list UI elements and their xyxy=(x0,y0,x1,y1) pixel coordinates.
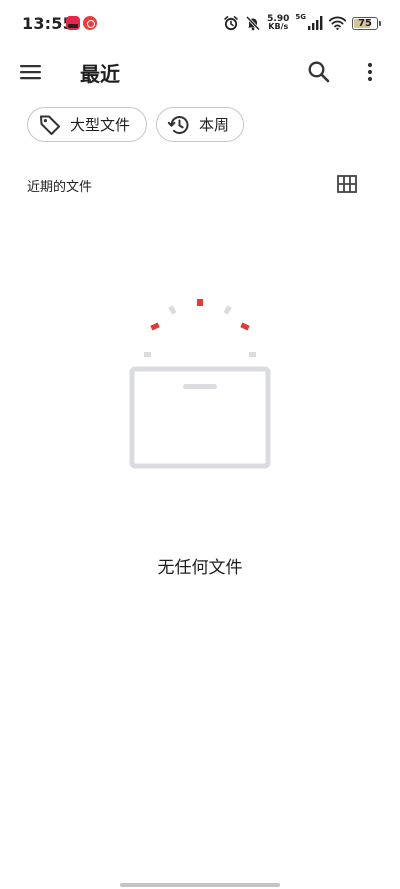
sparkle-dash xyxy=(240,322,250,331)
wifi-icon xyxy=(329,16,346,30)
music-app-icon xyxy=(83,16,97,30)
sparkle-dash xyxy=(223,305,232,315)
notification-app-icon xyxy=(66,16,80,30)
search-icon xyxy=(308,61,330,83)
empty-state-message: 无任何文件 xyxy=(157,558,243,578)
sparkle-dash xyxy=(168,305,177,315)
tag-icon xyxy=(40,115,60,135)
history-icon xyxy=(167,115,189,134)
network-speed: 5.90 KB/s xyxy=(267,15,289,31)
hamburger-menu-icon xyxy=(20,65,41,80)
sparkle-dash xyxy=(197,299,203,306)
more-vert-icon xyxy=(367,62,373,82)
grid-view-icon xyxy=(337,175,357,193)
battery-icon: 75 xyxy=(352,16,381,30)
search-button[interactable] xyxy=(306,59,332,85)
this-week-chip-label: 本周 xyxy=(199,116,230,134)
box-outline xyxy=(129,366,271,469)
gesture-navigation-bar[interactable] xyxy=(120,883,280,887)
signal-icon xyxy=(308,16,323,30)
status-bar: 13:55 5.90 KB/s 5G 75 xyxy=(0,0,400,48)
status-icons: 5.90 KB/s 5G 75 xyxy=(223,12,381,34)
this-week-chip[interactable]: 本周 xyxy=(156,107,244,142)
mute-icon xyxy=(246,15,261,31)
box-slot xyxy=(183,384,217,389)
grid-view-toggle[interactable] xyxy=(337,175,357,193)
alarm-icon xyxy=(224,16,238,31)
sparkle-dash xyxy=(249,352,256,357)
recent-files-heading: 近期的文件 xyxy=(27,180,93,195)
sparkle-dash xyxy=(150,322,160,331)
large-files-chip[interactable]: 大型文件 xyxy=(27,107,147,142)
battery-level: 75 xyxy=(358,17,372,29)
menu-button[interactable] xyxy=(18,60,44,84)
page-title: 最近 xyxy=(80,62,120,86)
large-files-chip-label: 大型文件 xyxy=(70,116,131,134)
more-options-button[interactable] xyxy=(360,59,380,85)
app-bar: 最近 xyxy=(0,48,400,96)
empty-box-illustration xyxy=(129,299,271,469)
sparkle-dash xyxy=(144,352,151,357)
network-speed-unit: KB/s xyxy=(268,22,289,31)
signal-type-label: 5G xyxy=(295,13,306,21)
